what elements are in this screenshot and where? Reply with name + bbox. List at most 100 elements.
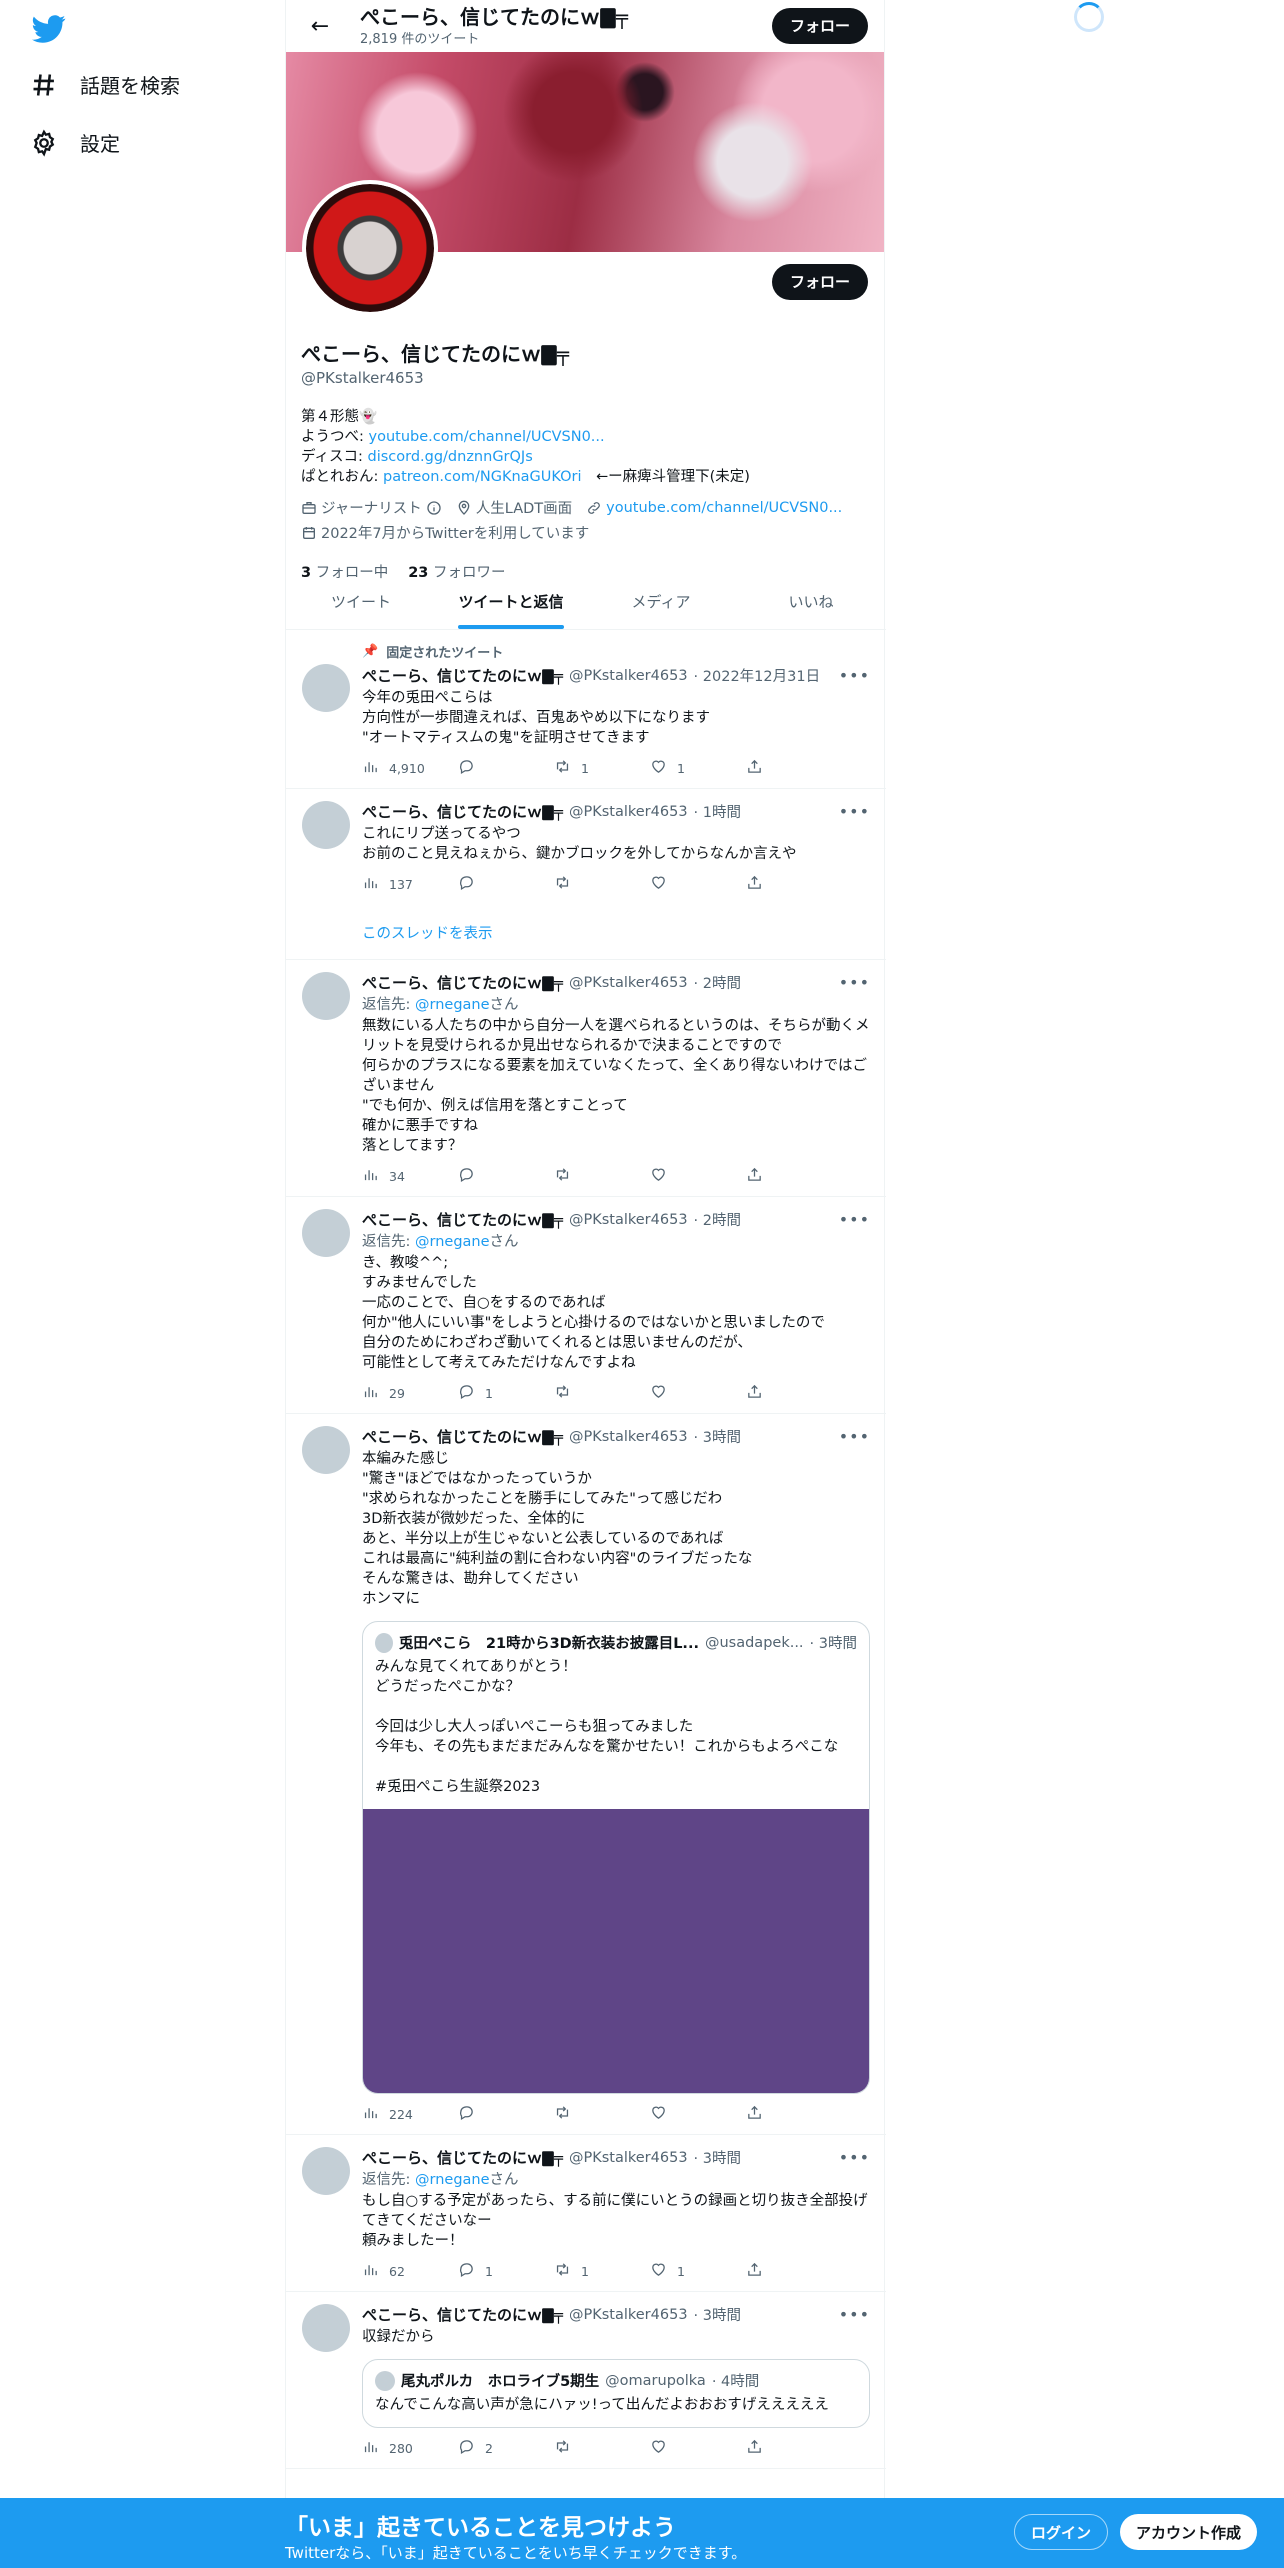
retweet-button[interactable]: 1 <box>554 758 650 778</box>
more-options-icon[interactable]: ••• <box>839 2148 870 2167</box>
more-options-icon[interactable]: ••• <box>839 1427 870 1446</box>
tweet-author-handle[interactable]: @PKstalker4653 <box>569 2307 688 2323</box>
more-options-icon[interactable]: ••• <box>839 2305 870 2324</box>
tweet-author-handle[interactable]: @PKstalker4653 <box>569 1429 688 1445</box>
retweet-button[interactable] <box>554 874 650 894</box>
retweet-button[interactable] <box>554 1383 650 1403</box>
tweet-avatar[interactable] <box>302 1209 350 1257</box>
reply-button[interactable]: 2 <box>458 2438 554 2458</box>
share-button[interactable] <box>746 1166 842 1186</box>
more-options-icon[interactable]: ••• <box>839 666 870 685</box>
views-button[interactable]: 62 <box>362 2261 458 2281</box>
reply-to-handle[interactable]: @rnegane <box>415 1234 490 1250</box>
tweet[interactable]: 📌 固定されたツイート ぺこーら、信じてたのにｗ🀫╤ @PKstalker4653 · … <box>286 630 886 789</box>
tweet-avatar[interactable] <box>302 972 350 1020</box>
tweet[interactable]: ぺこーら、信じてたのにｗ🀫╤ @PKstalker4653 · 3時間 ••• 収録だか… <box>286 2292 886 2469</box>
tweet-time[interactable]: · 2時間 <box>694 1209 741 1230</box>
reply-button[interactable]: 1 <box>458 1383 554 1403</box>
discord-link[interactable]: discord.gg/dnznnGrQJs <box>367 449 532 465</box>
nav-explore[interactable]: 話題を検索 <box>30 70 180 99</box>
tweet-author-handle[interactable]: @PKstalker4653 <box>569 668 688 684</box>
views-button[interactable]: 224 <box>362 2104 458 2124</box>
create-account-button[interactable]: アカウント作成 <box>1120 2514 1258 2550</box>
nav-settings[interactable]: 設定 <box>30 128 120 157</box>
like-button[interactable]: 1 <box>650 2261 746 2281</box>
share-button[interactable] <box>746 758 842 778</box>
tweet-time[interactable]: · 3時間 <box>694 2304 741 2325</box>
share-button[interactable] <box>746 874 842 894</box>
tweet-time[interactable]: · 3時間 <box>694 2147 741 2168</box>
views-button[interactable]: 4,910 <box>362 758 458 778</box>
views-button[interactable]: 34 <box>362 1166 458 1186</box>
reply-to-handle[interactable]: @rnegane <box>415 997 490 1013</box>
tab-likes[interactable]: いいね <box>736 576 886 629</box>
retweet-button[interactable] <box>554 2104 650 2124</box>
tweet-author-name[interactable]: ぺこーら、信じてたのにｗ🀫╤ <box>362 2304 563 2325</box>
reply-to-handle[interactable]: @rnegane <box>415 2172 490 2188</box>
like-button[interactable] <box>650 2104 746 2124</box>
tweet-time[interactable]: · 3時間 <box>694 1426 741 1447</box>
back-arrow-icon[interactable]: ← <box>302 8 338 44</box>
like-button[interactable] <box>650 2438 746 2458</box>
reply-button[interactable]: 1 <box>458 2261 554 2281</box>
tweet-author-name[interactable]: ぺこーら、信じてたのにｗ🀫╤ <box>362 1426 563 1447</box>
reply-button[interactable] <box>458 758 554 778</box>
tweet[interactable]: ぺこーら、信じてたのにｗ🀫╤ @PKstalker4653 · 2時間 ••• 返信先:… <box>286 1197 886 1414</box>
profile-follow-button[interactable]: フォロー <box>771 264 868 300</box>
tab-media[interactable]: メディア <box>586 576 736 629</box>
quote-media[interactable] <box>363 1809 869 2093</box>
tweet-author-name[interactable]: ぺこーら、信じてたのにｗ🀫╤ <box>362 972 563 993</box>
more-options-icon[interactable]: ••• <box>839 802 870 821</box>
tab-tweets[interactable]: ツイート <box>286 576 436 629</box>
like-button[interactable] <box>650 1383 746 1403</box>
tweet-time[interactable]: · 2022年12月31日 <box>694 665 821 686</box>
share-button[interactable] <box>746 1383 842 1403</box>
tweet-author-handle[interactable]: @PKstalker4653 <box>569 2150 688 2166</box>
share-button[interactable] <box>746 2104 842 2124</box>
patreon-link[interactable]: patreon.com/NGKnaGUKOri <box>383 469 582 485</box>
tweet-author-name[interactable]: ぺこーら、信じてたのにｗ🀫╤ <box>362 2147 563 2168</box>
tweet-avatar[interactable] <box>302 2147 350 2195</box>
reply-button[interactable] <box>458 874 554 894</box>
more-options-icon[interactable]: ••• <box>839 1210 870 1229</box>
tweet-avatar[interactable] <box>302 2304 350 2352</box>
info-icon[interactable] <box>426 500 442 516</box>
tweet-author-handle[interactable]: @PKstalker4653 <box>569 804 688 820</box>
more-options-icon[interactable]: ••• <box>839 973 870 992</box>
tweet[interactable]: ぺこーら、信じてたのにｗ🀫╤ @PKstalker4653 · 3時間 ••• 返信先:… <box>286 2135 886 2292</box>
quoted-tweet[interactable]: 兎田ぺこら 21時から3D新衣装お披露目L... @usadapek... · 3時… <box>362 1621 870 2094</box>
tweet-author-handle[interactable]: @PKstalker4653 <box>569 1212 688 1228</box>
reply-button[interactable] <box>458 1166 554 1186</box>
tweet-author-name[interactable]: ぺこーら、信じてたのにｗ🀫╤ <box>362 801 563 822</box>
like-button[interactable]: 1 <box>650 758 746 778</box>
like-button[interactable] <box>650 1166 746 1186</box>
tweet-time[interactable]: · 2時間 <box>694 972 741 993</box>
views-button[interactable]: 280 <box>362 2438 458 2458</box>
youtube-link[interactable]: youtube.com/channel/UCVSN0... <box>369 429 605 445</box>
tweet-avatar[interactable] <box>302 1426 350 1474</box>
show-thread-link[interactable]: このスレッドを表示 <box>362 922 870 943</box>
retweet-button[interactable] <box>554 1166 650 1186</box>
retweet-button[interactable]: 1 <box>554 2261 650 2281</box>
website-link[interactable]: youtube.com/channel/UCVSN0... <box>606 500 842 516</box>
twitter-logo-icon[interactable] <box>32 12 66 46</box>
tab-tweets-and-replies[interactable]: ツイートと返信 <box>436 576 586 629</box>
views-button[interactable]: 29 <box>362 1383 458 1403</box>
quoted-tweet[interactable]: 尾丸ポルカ ホロライブ5期生 @omarupolka · 4時間 なんでこんな高い声が… <box>362 2359 870 2428</box>
tweet-author-name[interactable]: ぺこーら、信じてたのにｗ🀫╤ <box>362 1209 563 1230</box>
like-button[interactable] <box>650 874 746 894</box>
tweet-avatar[interactable] <box>302 664 350 712</box>
tweet-avatar[interactable] <box>302 801 350 849</box>
tweet-time[interactable]: · 1時間 <box>694 801 741 822</box>
share-button[interactable] <box>746 2261 842 2281</box>
login-button[interactable]: ログイン <box>1014 2514 1109 2550</box>
views-button[interactable]: 137 <box>362 874 458 894</box>
share-button[interactable] <box>746 2438 842 2458</box>
header-follow-button[interactable]: フォロー <box>771 8 868 44</box>
tweet[interactable]: ぺこーら、信じてたのにｗ🀫╤ @PKstalker4653 · 2時間 ••• 返信先:… <box>286 960 886 1197</box>
retweet-button[interactable] <box>554 2438 650 2458</box>
profile-avatar[interactable] <box>302 180 438 316</box>
tweet-author-handle[interactable]: @PKstalker4653 <box>569 975 688 991</box>
tweet-author-name[interactable]: ぺこーら、信じてたのにｗ🀫╤ <box>362 665 563 686</box>
reply-button[interactable] <box>458 2104 554 2124</box>
